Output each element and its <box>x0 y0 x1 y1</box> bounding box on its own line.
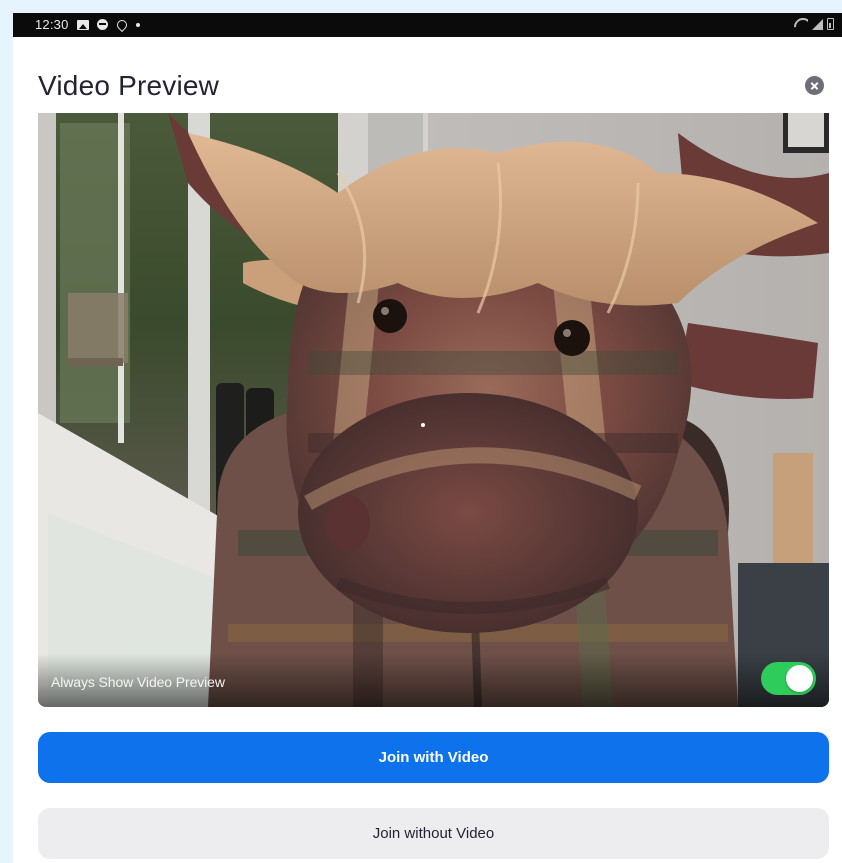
always-show-video-preview-toggle[interactable] <box>761 662 816 695</box>
status-right-icons <box>794 18 834 30</box>
status-bar: 12:30 <box>13 13 842 37</box>
close-icon[interactable] <box>805 76 824 95</box>
dot-icon <box>136 22 140 27</box>
camera-feed-image <box>38 113 829 707</box>
join-without-video-button[interactable]: Join without Video <box>38 808 829 859</box>
page-title: Video Preview <box>38 70 220 101</box>
always-show-video-preview-label: Always Show Video Preview <box>51 674 225 690</box>
messenger-icon <box>97 19 108 30</box>
notification-icon <box>116 20 126 30</box>
wifi-icon <box>794 18 808 30</box>
status-time: 12:30 <box>35 17 69 32</box>
toggle-knob <box>786 665 813 692</box>
battery-icon <box>827 18 834 30</box>
phone-screen: 12:30 Video Preview Always Show Video Pr… <box>13 13 842 863</box>
status-left-icons <box>77 19 140 30</box>
video-preview: Always Show Video Preview <box>38 113 829 707</box>
gallery-icon <box>77 19 89 30</box>
signal-icon <box>812 18 823 30</box>
join-with-video-button[interactable]: Join with Video <box>38 732 829 783</box>
